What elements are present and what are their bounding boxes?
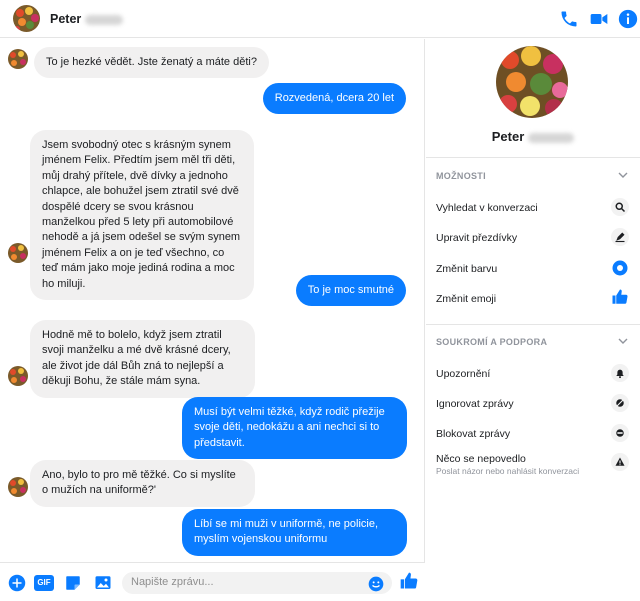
phone-icon[interactable] (559, 9, 579, 29)
color-dot-icon[interactable] (611, 259, 629, 277)
video-camera-icon[interactable] (589, 9, 609, 29)
bell-icon[interactable] (611, 364, 629, 382)
contact-avatar[interactable] (13, 5, 40, 32)
divider (426, 157, 640, 158)
incoming-message: Ano, bylo to pro mě těžké. Co si myslíte… (30, 460, 255, 507)
gif-button[interactable]: GIF (34, 575, 54, 591)
contact-profile-photo[interactable] (496, 46, 568, 118)
contact-avatar-small[interactable] (8, 243, 28, 263)
outgoing-message: Líbí se mi muži v uniformě, ne policie, … (182, 509, 407, 556)
incoming-message: Hodně mě to bolelo, když jsem ztratil sv… (30, 320, 255, 398)
thumbs-up-icon[interactable] (399, 571, 419, 591)
option-edit-nicknames[interactable]: Upravit přezdívky (436, 232, 517, 244)
option-search-conversation[interactable]: Vyhledat v konverzaci (436, 202, 538, 214)
contact-name[interactable]: Peter (50, 12, 124, 26)
sticker-icon[interactable] (64, 574, 82, 592)
pencil-icon[interactable] (611, 228, 629, 246)
option-ignore-messages[interactable]: Ignorovat zprávy (436, 398, 514, 410)
privacy-heading[interactable]: SOUKROMÍ A PODPORA (436, 337, 547, 347)
divider (426, 324, 640, 325)
chevron-down-icon[interactable] (618, 336, 628, 346)
option-change-color[interactable]: Změnit barvu (436, 263, 497, 275)
emoji-icon[interactable] (368, 576, 384, 592)
option-something-wrong-subtitle: Poslat názor nebo nahlásit konverzaci (436, 466, 580, 476)
message-thread[interactable]: To je hezké vědět. Jste ženatý a máte dě… (0, 39, 425, 562)
outgoing-message: Musí být velmi těžké, když rodič přežije… (182, 397, 407, 460)
option-change-emoji[interactable]: Změnit emoji (436, 293, 496, 305)
option-block-messages[interactable]: Blokovat zprávy (436, 428, 510, 440)
message-input[interactable]: Napište zprávu... (122, 572, 392, 594)
conversation-header: Peter (0, 0, 640, 38)
warning-icon[interactable] (611, 453, 629, 471)
contact-avatar-small[interactable] (8, 477, 28, 497)
contact-avatar-small[interactable] (8, 49, 28, 69)
mute-icon[interactable] (611, 394, 629, 412)
incoming-message: To je hezké vědět. Jste ženatý a máte dě… (34, 47, 269, 79)
incoming-message: Jsem svobodný otec s krásným synem jméne… (30, 130, 254, 301)
block-icon[interactable] (611, 424, 629, 442)
add-icon[interactable] (8, 574, 26, 592)
outgoing-message: To je moc smutné (295, 275, 406, 307)
conversation-info-panel: Peter MOŽNOSTI Vyhledat v konverzaci Upr… (426, 39, 640, 601)
thumbs-up-icon[interactable] (611, 288, 629, 306)
profile-name: Peter (426, 129, 640, 144)
photo-icon[interactable] (94, 574, 112, 592)
outgoing-message: Rozvedená, dcera 20 let (262, 83, 406, 115)
search-icon[interactable] (611, 198, 629, 216)
option-notifications[interactable]: Upozornění (436, 368, 490, 380)
option-something-wrong[interactable]: Něco se nepovedlo (436, 453, 526, 465)
contact-avatar-small[interactable] (8, 366, 28, 386)
chevron-down-icon[interactable] (618, 170, 628, 180)
info-icon[interactable] (618, 9, 638, 29)
message-composer: GIF Napište zprávu... (0, 562, 425, 601)
options-heading[interactable]: MOŽNOSTI (436, 171, 486, 181)
